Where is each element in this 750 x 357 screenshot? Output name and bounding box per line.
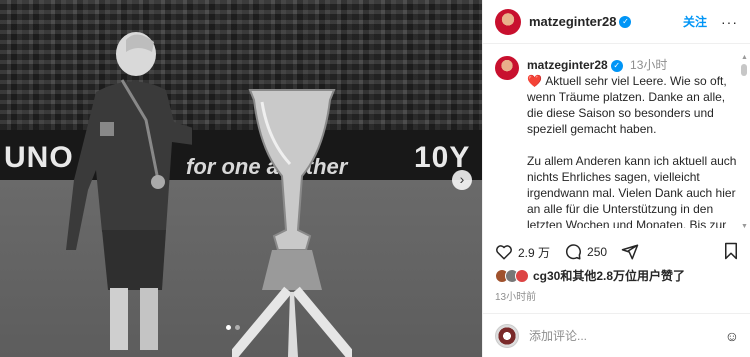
liked-by-text[interactable]: cg30和其他2.8万位用户赞了	[533, 267, 685, 284]
caption-username[interactable]: matzeginter28	[527, 58, 608, 72]
scroll-down-icon[interactable]: ▼	[741, 223, 748, 230]
player-figure	[66, 32, 192, 350]
comments-count: 250	[587, 245, 608, 259]
post-side-panel: matzeginter28 ✓ 关注 ··· matzeginter28 ✓ 13…	[482, 0, 750, 357]
caption-avatar[interactable]	[495, 56, 519, 80]
verified-badge-icon: ✓	[619, 15, 632, 28]
bookmark-icon[interactable]	[723, 242, 739, 263]
caption-paragraph-1: matzeginter28 ✓ 13小时 ❤️ Aktuell sehr viel…	[527, 57, 739, 137]
comment-action[interactable]: 250	[564, 243, 607, 261]
carousel-dots	[226, 325, 240, 330]
scroll-thumb[interactable]	[741, 64, 747, 76]
liker-avatar	[515, 268, 529, 283]
post-timestamp[interactable]: 13小时前	[495, 288, 536, 303]
more-options-icon[interactable]: ···	[721, 14, 738, 30]
follow-button[interactable]: 关注	[683, 13, 707, 30]
caption-text-1: Aktuell sehr viel Leere. Wie so oft, wen…	[527, 74, 727, 136]
liked-by[interactable]: cg30和其他2.8万位用户赞了	[495, 267, 685, 284]
caption-paragraph-2: Zu allem Anderen kann ich aktuell auch n…	[527, 154, 737, 228]
likes-count: 2.9 万	[518, 245, 551, 260]
next-image-button[interactable]: ›	[452, 170, 472, 190]
caption-scrollbar[interactable]: ▲ ▼	[741, 54, 748, 230]
carousel-dot-active	[226, 325, 231, 330]
author-avatar[interactable]	[495, 8, 521, 35]
post-caption: matzeginter28 ✓ 13小时 ❤️ Aktuell sehr viel…	[495, 56, 739, 228]
post-actions: 2.9 万 250	[495, 240, 739, 264]
caption-time[interactable]: 13小时	[630, 58, 667, 72]
carousel-dot	[235, 325, 240, 330]
author-username[interactable]: matzeginter28	[529, 14, 616, 29]
caption-body: matzeginter28 ✓ 13小时 ❤️ Aktuell sehr viel…	[527, 56, 739, 228]
share-action[interactable]	[621, 243, 644, 261]
emoji-icon[interactable]: ☺	[725, 328, 739, 344]
comment-icon[interactable]	[564, 243, 582, 261]
trophy	[232, 89, 352, 357]
comment-input[interactable]: 添加评论...	[529, 327, 587, 344]
heart-icon[interactable]	[495, 243, 513, 261]
share-icon[interactable]	[621, 243, 639, 261]
post-photo[interactable]: UNO for one another 10Y ›	[0, 0, 482, 357]
caption-verified-icon: ✓	[610, 60, 623, 72]
like-action[interactable]: 2.9 万	[495, 243, 550, 261]
comment-bar: 添加评论... ☺	[483, 313, 750, 357]
scroll-up-icon[interactable]: ▲	[741, 54, 748, 61]
heart-emoji: ❤️	[527, 74, 542, 88]
post-header: matzeginter28 ✓ 关注 ···	[483, 0, 750, 44]
viewer-avatar	[495, 323, 519, 348]
